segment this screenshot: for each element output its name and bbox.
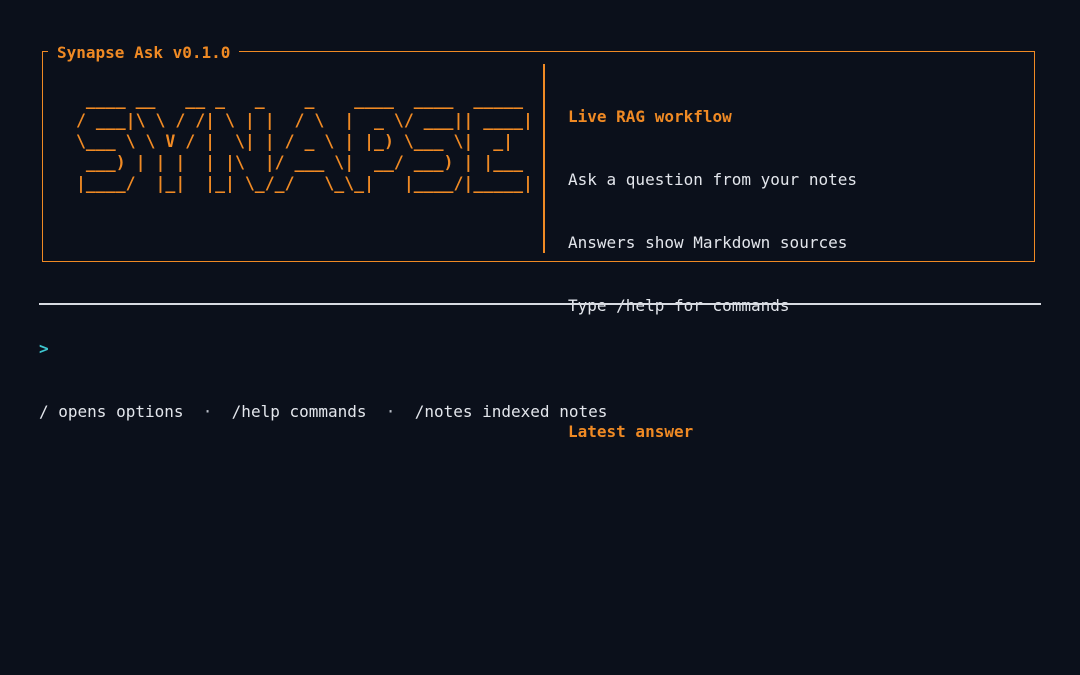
- hint-separator: ·: [385, 402, 396, 421]
- hint-notes: /notes indexed notes: [414, 402, 608, 421]
- ascii-logo-line: |____/ |_| |_| \_/_/ \_\_| |____/|_____|: [76, 174, 533, 193]
- hint-help: /help commands: [231, 402, 367, 421]
- prompt-symbol: >: [39, 339, 49, 358]
- latest-answer-heading: Latest answer: [568, 422, 694, 441]
- hint-bar: / opens options · /help commands · /note…: [39, 402, 607, 422]
- ascii-logo-line: ____ __ __ _ _ _ ____ ____ _____: [76, 90, 524, 109]
- info-line: Answers show Markdown sources: [568, 233, 848, 252]
- ascii-logo: ____ __ __ _ _ _ ____ ____ _____ / ___|\…: [76, 89, 533, 194]
- workflow-heading: Live RAG workflow: [568, 107, 732, 126]
- ascii-logo-line: / ___|\ \ / /| \ | | / \ | _ \/ ___|| __…: [76, 111, 533, 130]
- panel-divider: [543, 64, 545, 253]
- ascii-logo-line: \___ \ \ V / | \| | / _ \ | |_) \___ \| …: [76, 132, 514, 151]
- hint-options: / opens options: [39, 402, 184, 421]
- info-line: Type /help for commands: [568, 296, 790, 315]
- command-input[interactable]: >: [39, 339, 49, 359]
- info-column: Live RAG workflow Ask a question from yo…: [568, 64, 857, 463]
- separator-rule: [39, 303, 1041, 305]
- panel-title: Synapse Ask v0.1.0: [48, 43, 240, 63]
- hint-separator: ·: [202, 402, 213, 421]
- ascii-logo-line: ___) | | | | |\ |/ ___ \| __/ ___) | |__…: [76, 153, 524, 172]
- info-line: Ask a question from your notes: [568, 170, 857, 189]
